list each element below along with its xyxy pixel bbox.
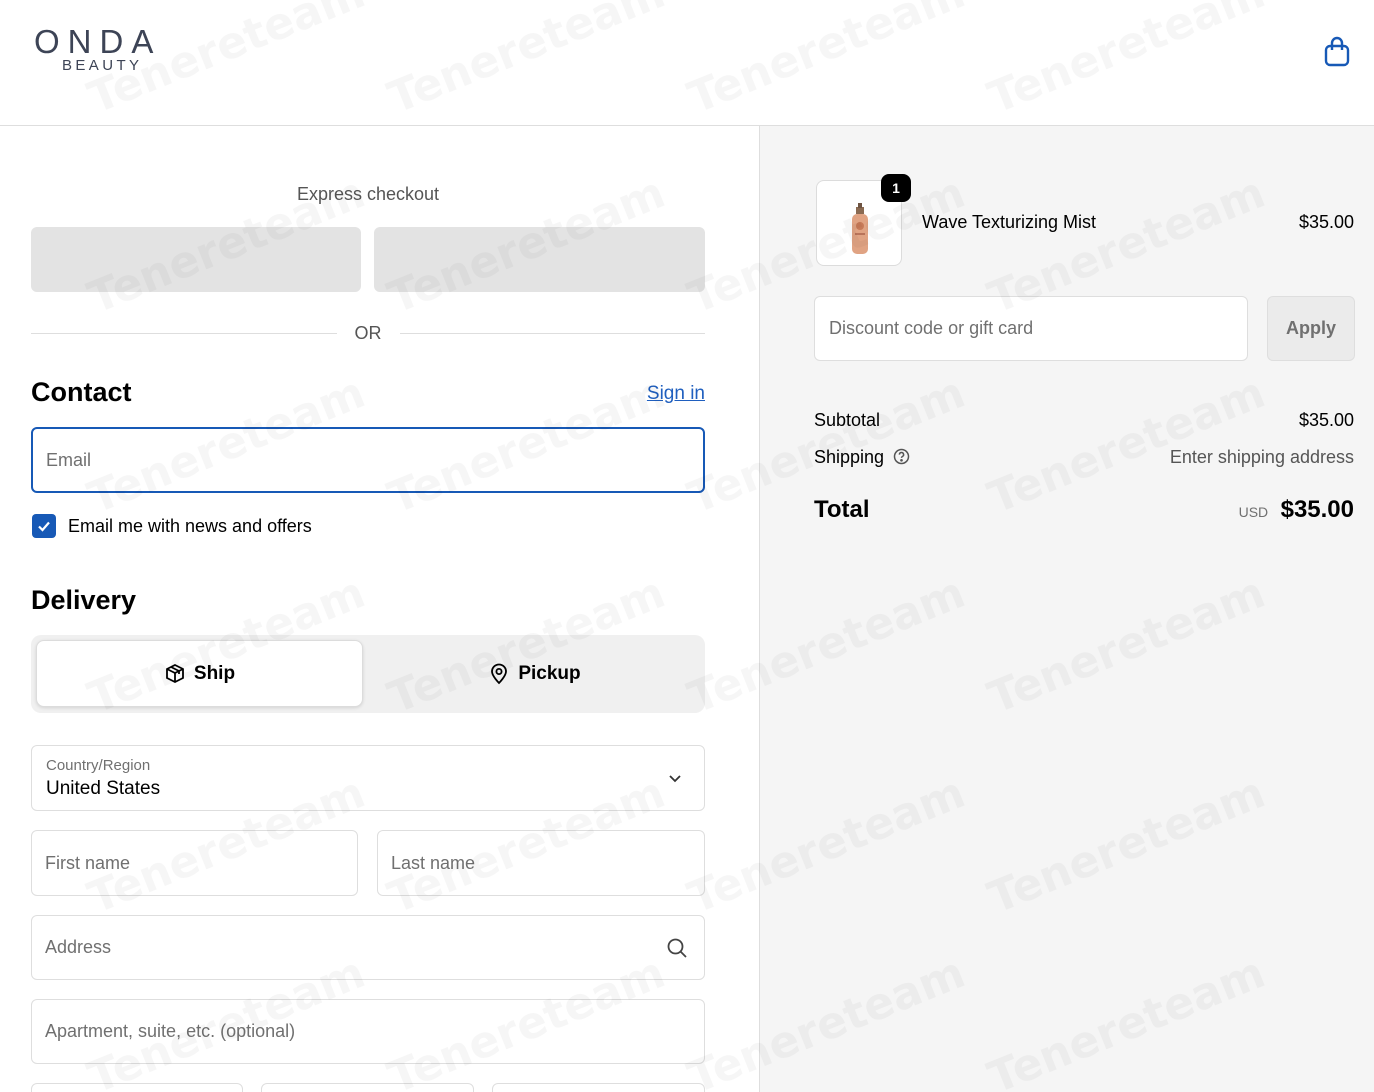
subtotal-row: Subtotal $35.00 — [814, 410, 1354, 431]
express-checkout-title: Express checkout — [296, 184, 440, 204]
country-value: United States — [46, 778, 161, 799]
divider — [399, 333, 705, 334]
pickup-label: Pickup — [518, 662, 581, 684]
delivery-option-ship[interactable]: Ship — [36, 640, 363, 707]
express-payment-button-2[interactable] — [374, 227, 705, 292]
contact-title: Contact — [31, 377, 132, 407]
first-name-field[interactable] — [31, 830, 358, 896]
apartment-input[interactable] — [32, 1000, 704, 1063]
last-name-input[interactable] — [378, 831, 704, 895]
subtotal-value: $35.00 — [1298, 410, 1354, 430]
express-payment-button-1[interactable] — [31, 227, 361, 292]
total-row: Total USD $35.00 — [814, 496, 1354, 524]
last-name-field[interactable] — [377, 830, 705, 896]
subtotal-label: Subtotal — [814, 410, 881, 430]
checkout-form: Express checkout OR Contact Sign in Emai… — [0, 127, 759, 1092]
map-pin-icon — [491, 663, 508, 684]
shipping-row: Shipping Enter shipping address — [814, 447, 1354, 468]
product-name: Wave Texturizing Mist — [922, 212, 1097, 232]
apartment-field[interactable] — [31, 999, 705, 1064]
divider — [31, 333, 337, 334]
chevron-down-icon — [669, 775, 681, 783]
package-icon — [166, 663, 184, 683]
or-label: OR — [354, 323, 382, 343]
email-input[interactable] — [31, 427, 705, 493]
city-field[interactable] — [31, 1083, 243, 1092]
search-icon — [667, 938, 687, 958]
address-input[interactable] — [32, 916, 704, 979]
sign-in-link[interactable]: Sign in — [647, 383, 705, 405]
shopping-bag-icon[interactable] — [1322, 36, 1352, 68]
header: ONDA BEAUTY — [0, 0, 1374, 126]
brand-logo[interactable]: ONDA BEAUTY — [34, 23, 162, 74]
apply-discount-button[interactable]: Apply — [1267, 296, 1355, 361]
shipping-label: Shipping — [814, 447, 885, 467]
discount-code-input[interactable] — [814, 296, 1248, 361]
first-name-input[interactable] — [32, 831, 357, 895]
order-summary: 1 Wave Texturizing Mist $35.00 Apply Sub… — [759, 126, 1374, 1092]
delivery-title: Delivery — [31, 585, 137, 615]
check-icon — [38, 521, 50, 532]
shipping-value: Enter shipping address — [1169, 447, 1354, 467]
currency-code: USD — [1238, 504, 1269, 520]
zip-field[interactable] — [492, 1083, 705, 1092]
state-field[interactable] — [261, 1083, 474, 1092]
total-value: $35.00 — [1280, 496, 1354, 523]
ship-label: Ship — [193, 662, 236, 684]
marketing-checkbox-label: Email me with news and offers — [68, 516, 312, 536]
total-label: Total — [814, 496, 870, 523]
product-price: $35.00 — [1298, 212, 1354, 232]
address-field[interactable] — [31, 915, 705, 980]
brand-name: ONDA — [34, 23, 162, 60]
marketing-checkbox[interactable] — [32, 514, 56, 538]
help-icon[interactable] — [893, 448, 910, 465]
country-label: Country/Region — [46, 757, 151, 774]
delivery-option-pickup[interactable]: Pickup — [369, 640, 700, 707]
quantity-badge: 1 — [881, 174, 911, 202]
brand-subtitle: BEAUTY — [62, 57, 143, 74]
country-select[interactable]: Country/Region United States — [31, 745, 705, 811]
or-separator: OR — [31, 323, 705, 344]
delivery-method-toggle: Ship Pickup — [31, 635, 705, 713]
